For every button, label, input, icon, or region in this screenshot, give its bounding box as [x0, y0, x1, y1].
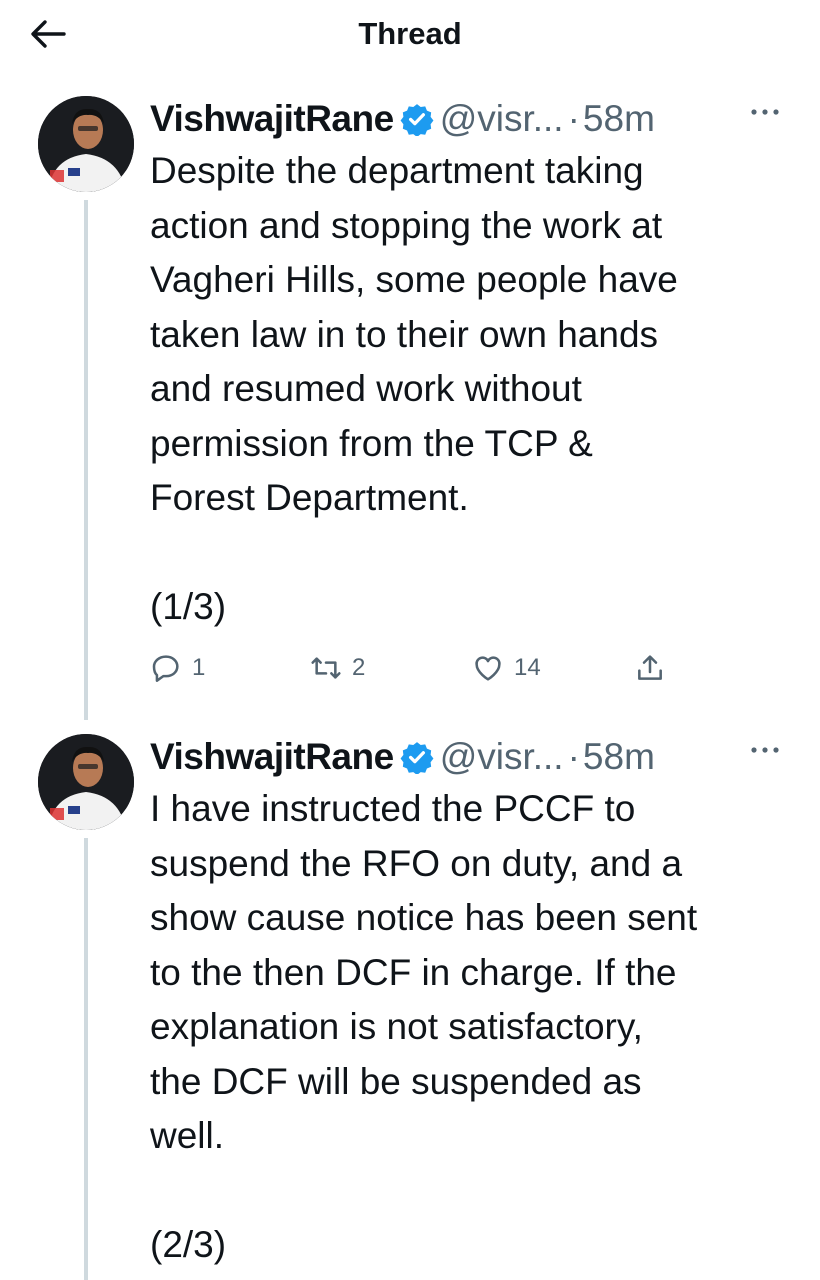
like-button[interactable]: 14	[472, 648, 541, 688]
reply-count: 1	[192, 654, 206, 681]
thread-line	[84, 200, 88, 720]
share-button[interactable]	[634, 648, 666, 688]
page-title: Thread	[358, 16, 462, 51]
tweet[interactable]: VishwajitRane @visr... ·58m Despite the d…	[0, 90, 820, 720]
thread-line	[84, 838, 88, 1280]
verified-badge-icon	[400, 742, 434, 774]
more-options-icon[interactable]	[748, 104, 782, 120]
retweet-button[interactable]: 2	[310, 648, 365, 688]
handle[interactable]: @visr...	[440, 736, 564, 777]
action-bar: 1 2 14	[150, 648, 710, 688]
avatar[interactable]	[38, 96, 134, 192]
handle[interactable]: @visr...	[440, 98, 564, 139]
verified-badge-icon	[400, 104, 434, 136]
tweet[interactable]: VishwajitRane @visr... ·58m I have instru…	[0, 728, 820, 1280]
profile-photo	[38, 734, 134, 830]
timestamp[interactable]: 58m	[583, 736, 655, 777]
tweet-text: I have instructed the PCCF to suspend th…	[150, 788, 698, 1265]
like-count: 14	[514, 654, 541, 681]
profile-photo	[38, 96, 134, 192]
display-name[interactable]: VishwajitRane	[150, 98, 394, 139]
separator: ·	[567, 736, 580, 777]
tweet-text: Despite the department taking action and…	[150, 150, 678, 627]
retweet-icon	[311, 657, 341, 679]
top-bar: Thread	[0, 0, 820, 70]
more-options-icon[interactable]	[748, 742, 782, 758]
heart-icon	[475, 656, 501, 681]
avatar[interactable]	[38, 734, 134, 830]
timestamp[interactable]: 58m	[583, 98, 655, 139]
separator: ·	[567, 98, 580, 139]
tweet-header: VishwajitRane @visr... ·58m	[150, 96, 655, 142]
display-name[interactable]: VishwajitRane	[150, 736, 394, 777]
share-icon	[638, 655, 662, 680]
retweet-count: 2	[352, 654, 366, 681]
reply-button[interactable]: 1	[150, 648, 205, 688]
tweet-header: VishwajitRane @visr... ·58m	[150, 734, 655, 780]
reply-icon	[152, 655, 179, 682]
